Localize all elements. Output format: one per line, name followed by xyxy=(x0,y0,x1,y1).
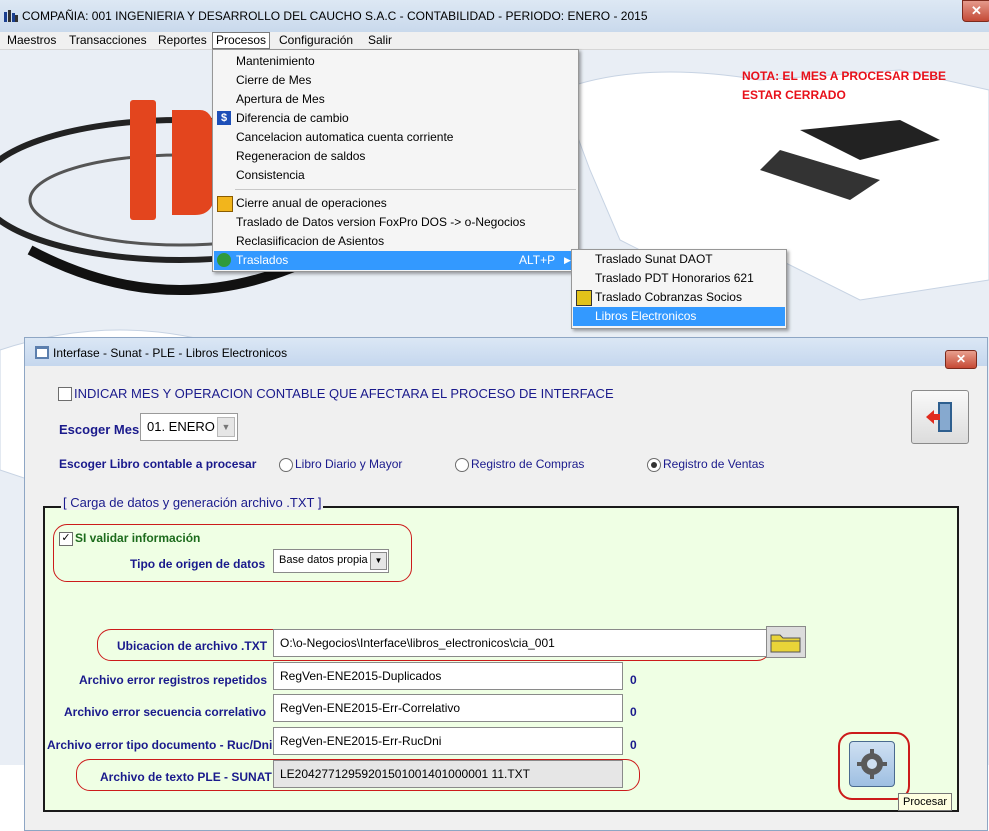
mes-dropdown-arrow-icon[interactable]: ▼ xyxy=(217,417,235,437)
note-line1: NOTA: EL MES A PROCESAR DEBE xyxy=(742,69,947,83)
menu-maestros[interactable]: Maestros xyxy=(4,33,59,48)
group-title: [ Carga de datos y generación archivo .T… xyxy=(61,495,324,510)
indicate-label: INDICAR MES Y OPERACION CONTABLE QUE AFE… xyxy=(74,386,614,401)
gear-icon xyxy=(857,749,887,779)
window-title: COMPAÑIA: 001 INGENIERIA Y DESARROLLO DE… xyxy=(22,9,648,23)
dialog-title-bar: Interfase - Sunat - PLE - Libros Electro… xyxy=(25,338,987,369)
folder-icon xyxy=(770,634,801,653)
menu-item-cancelacion[interactable]: Cancelacion automatica cuenta corriente xyxy=(214,128,577,147)
clipboard-icon xyxy=(576,290,592,306)
radio-libro-diario-label: Libro Diario y Mayor xyxy=(295,457,403,471)
menu-item-cierre-mes[interactable]: Cierre de Mes xyxy=(214,71,577,90)
submenu-item-pdt-honorarios[interactable]: Traslado PDT Honorarios 621 xyxy=(573,269,785,288)
origen-value: Base datos propia xyxy=(279,554,368,566)
err-repetidos-label: Archivo error registros repetidos xyxy=(79,673,268,687)
menu-item-diferencia-cambio[interactable]: $ Diferencia de cambio xyxy=(214,109,577,128)
ubicacion-input[interactable]: O:\o-Negocios\Interface\libros_electroni… xyxy=(273,629,769,657)
menu-reportes[interactable]: Reportes xyxy=(155,33,210,48)
traslados-submenu: Traslado Sunat DAOT Traslado PDT Honorar… xyxy=(571,249,787,329)
exit-button[interactable] xyxy=(911,390,969,444)
mes-value: 01. ENERO xyxy=(147,419,215,434)
submenu-item-cobranzas-socios[interactable]: Traslado Cobranzas Socios xyxy=(573,288,785,307)
window-title-bar: COMPAÑIA: 001 INGENIERIA Y DESARROLLO DE… xyxy=(0,0,989,33)
menu-item-mantenimiento[interactable]: Mantenimiento xyxy=(214,52,577,71)
note-line2: ESTAR CERRADO xyxy=(742,88,846,102)
procesar-tooltip: Procesar xyxy=(898,793,953,811)
dollar-icon: $ xyxy=(217,111,231,125)
err-secuencia-count: 0 xyxy=(630,705,637,719)
submenu-arrow-icon: ▶ xyxy=(564,255,571,265)
traslados-arrow-icon xyxy=(217,253,231,267)
ple-label: Archivo de texto PLE - SUNAT xyxy=(100,770,272,784)
calendar-icon xyxy=(217,196,233,212)
window-close-button[interactable]: ✕ xyxy=(962,0,989,22)
origen-label: Tipo de origen de datos xyxy=(130,557,266,571)
err-secuencia-input[interactable]: RegVen-ENE2015-Err-Correlativo xyxy=(273,694,623,722)
menu-item-reclasificacion[interactable]: Reclasiificacion de Asientos xyxy=(214,232,577,251)
submenu-item-sunat-daot[interactable]: Traslado Sunat DAOT xyxy=(573,250,785,269)
menu-item-apertura-mes[interactable]: Apertura de Mes xyxy=(214,90,577,109)
menu-item-traslado-foxpro[interactable]: Traslado de Datos version FoxPro DOS -> … xyxy=(214,213,577,232)
menu-salir[interactable]: Salir xyxy=(365,33,395,48)
ple-output-field[interactable]: LE20427712959201501001401000001 11.TXT xyxy=(273,760,623,788)
ple-dialog: Interfase - Sunat - PLE - Libros Electro… xyxy=(24,337,988,831)
exit-door-icon xyxy=(926,402,952,432)
menu-item-consistencia[interactable]: Consistencia xyxy=(214,166,577,185)
submenu-item-libros-electronicos[interactable]: Libros Electronicos xyxy=(573,307,785,326)
menu-bar: Maestros Transacciones Reportes Procesos… xyxy=(0,32,989,50)
mes-label: Escoger Mes xyxy=(59,422,140,437)
origen-select[interactable]: Base datos propia ▼ xyxy=(273,549,389,573)
dialog-app-icon xyxy=(35,346,49,359)
app-icon xyxy=(4,10,18,22)
traslados-shortcut: ALT+P xyxy=(519,253,556,267)
ubicacion-label: Ubicacion de archivo .TXT xyxy=(117,639,268,653)
menu-separator xyxy=(235,189,576,190)
radio-libro-diario[interactable] xyxy=(279,458,293,472)
err-tipo-count: 0 xyxy=(630,738,637,752)
menu-item-regeneracion[interactable]: Regeneracion de saldos xyxy=(214,147,577,166)
procesos-menu: Mantenimiento Cierre de Mes Apertura de … xyxy=(212,49,579,272)
browse-folder-button[interactable] xyxy=(766,626,806,658)
libro-label: Escoger Libro contable a procesar xyxy=(59,457,257,471)
radio-registro-ventas-label: Registro de Ventas xyxy=(663,457,765,471)
origen-dropdown-arrow-icon[interactable]: ▼ xyxy=(370,552,387,570)
err-tipo-input[interactable]: RegVen-ENE2015-Err-RucDni xyxy=(273,727,623,755)
validar-label: SI validar información xyxy=(75,531,201,545)
procesar-button[interactable] xyxy=(849,741,895,787)
err-repetidos-input[interactable]: RegVen-ENE2015-Duplicados xyxy=(273,662,623,690)
menu-item-cierre-anual[interactable]: Cierre anual de operaciones xyxy=(214,194,577,213)
radio-registro-compras-label: Registro de Compras xyxy=(471,457,585,471)
indicate-checkbox[interactable] xyxy=(58,387,72,401)
dialog-title: Interfase - Sunat - PLE - Libros Electro… xyxy=(53,346,288,360)
radio-registro-compras[interactable] xyxy=(455,458,469,472)
menu-item-traslados[interactable]: Traslados ALT+P ▶ xyxy=(214,251,577,270)
mes-select[interactable]: 01. ENERO ▼ xyxy=(140,413,238,441)
validar-checkbox[interactable]: ✓ xyxy=(59,532,73,546)
menu-transacciones[interactable]: Transacciones xyxy=(66,33,150,48)
menu-configuracion[interactable]: Configuración xyxy=(276,33,356,48)
radio-registro-ventas[interactable] xyxy=(647,458,661,472)
menu-procesos[interactable]: Procesos xyxy=(212,32,271,49)
err-tipo-label: Archivo error tipo documento - Ruc/Dni xyxy=(47,738,273,752)
dialog-close-button[interactable]: ✕ xyxy=(945,350,977,369)
err-secuencia-label: Archivo error secuencia correlativo xyxy=(64,705,267,719)
err-repetidos-count: 0 xyxy=(630,673,637,687)
